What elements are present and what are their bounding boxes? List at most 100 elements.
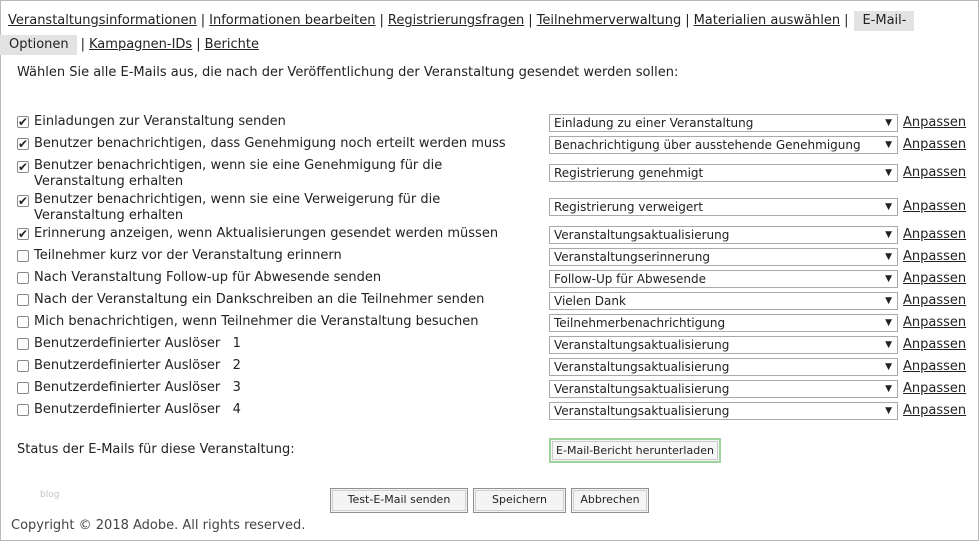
customize-link[interactable]: Anpassen: [903, 137, 966, 152]
email-option-checkbox[interactable]: [17, 404, 29, 416]
email-template-selected-value: Veranstaltungsaktualisierung: [554, 404, 730, 418]
email-template-selected-value: Veranstaltungserinnerung: [554, 250, 710, 264]
email-option-row: Mich benachrichtigen, wenn Teilnehmer di…: [0, 314, 979, 332]
email-option-checkbox[interactable]: [17, 113, 29, 131]
email-option-row: Benutzer benachrichtigen, wenn sie eine …: [0, 158, 979, 190]
email-option-row: Nach Veranstaltung Follow-up für Abwesen…: [0, 270, 979, 288]
email-template-selected-value: Follow-Up für Abwesende: [554, 272, 707, 286]
email-option-checkbox[interactable]: [17, 338, 29, 350]
email-option-row: Teilnehmer kurz vor der Veranstaltung er…: [0, 248, 979, 266]
email-option-row: Erinnerung anzeigen, wenn Aktualisierung…: [0, 225, 979, 244]
tab-email-options-active-part1[interactable]: E-Mail-: [854, 11, 915, 31]
email-template-selected-value: Veranstaltungsaktualisierung: [554, 228, 730, 242]
customize-link[interactable]: Anpassen: [903, 115, 966, 130]
download-email-report-label: E-Mail-Bericht herunterladen: [556, 444, 714, 457]
email-option-row: Einladungen zur Veranstaltung senden Einl…: [0, 113, 979, 132]
email-option-label: Benutzer benachrichtigen, dass Genehmigu…: [34, 136, 506, 151]
email-option-checkbox[interactable]: [17, 135, 29, 153]
email-option-row: Benutzerdefinierter Auslöser 4 Veranstalt…: [0, 402, 979, 420]
customize-link[interactable]: Anpassen: [903, 315, 966, 330]
email-template-selected-value: Veranstaltungsaktualisierung: [554, 360, 730, 374]
email-option-checkbox[interactable]: [17, 192, 29, 210]
customize-link[interactable]: Anpassen: [903, 199, 966, 214]
email-option-label: Benutzerdefinierter Auslöser 4: [34, 402, 241, 417]
email-option-row: Benutzer benachrichtigen, dass Genehmigu…: [0, 135, 979, 154]
email-option-label: Mich benachrichtigen, wenn Teilnehmer di…: [34, 314, 479, 329]
email-option-label: Benutzer benachrichtigen, wenn sie eine …: [34, 158, 443, 189]
customize-link[interactable]: Anpassen: [903, 165, 966, 180]
customize-link[interactable]: Anpassen: [903, 381, 966, 396]
email-template-select[interactable]: Veranstaltungsaktualisierung ▼: [549, 336, 898, 354]
chevron-down-icon: ▼: [885, 406, 892, 416]
chevron-down-icon: ▼: [885, 118, 892, 128]
email-option-row: Benutzer benachrichtigen, wenn sie eine …: [0, 192, 979, 224]
email-template-selected-value: Vielen Dank: [554, 294, 626, 308]
email-option-checkbox[interactable]: [17, 272, 29, 284]
send-test-email-button[interactable]: Test-E-Mail senden: [330, 488, 468, 513]
tab-email-options-active-part2[interactable]: Optionen: [0, 35, 77, 55]
customize-link[interactable]: Anpassen: [903, 359, 966, 374]
email-template-select[interactable]: Veranstaltungsaktualisierung ▼: [549, 402, 898, 420]
nav-separator: |: [528, 13, 533, 28]
tab-event-information[interactable]: Veranstaltungsinformationen: [8, 13, 197, 28]
email-template-select[interactable]: Registrierung verweigert ▼: [549, 198, 898, 216]
email-option-label: Teilnehmer kurz vor der Veranstaltung er…: [34, 248, 342, 263]
download-email-report-button[interactable]: E-Mail-Bericht herunterladen: [549, 438, 721, 463]
customize-link[interactable]: Anpassen: [903, 227, 966, 242]
email-template-selected-value: Einladung zu einer Veranstaltung: [554, 116, 754, 130]
email-template-select[interactable]: Registrierung genehmigt ▼: [549, 164, 898, 182]
customize-link[interactable]: Anpassen: [903, 293, 966, 308]
email-template-select[interactable]: Follow-Up für Abwesende ▼: [549, 270, 898, 288]
email-template-select[interactable]: Vielen Dank ▼: [549, 292, 898, 310]
nav-line-2: Optionen | Kampagnen-IDs | Berichte: [0, 33, 259, 57]
email-option-checkbox[interactable]: [17, 382, 29, 394]
email-template-select[interactable]: Veranstaltungsaktualisierung ▼: [549, 380, 898, 398]
nav-separator: |: [844, 13, 849, 28]
customize-link[interactable]: Anpassen: [903, 271, 966, 286]
email-option-label: Einladungen zur Veranstaltung senden: [34, 114, 286, 129]
chevron-down-icon: ▼: [885, 340, 892, 350]
cancel-button[interactable]: Abbrechen: [571, 488, 649, 513]
email-template-select[interactable]: Benachrichtigung über ausstehende Genehm…: [549, 136, 898, 154]
email-option-checkbox[interactable]: [17, 316, 29, 328]
email-option-label: Benutzerdefinierter Auslöser 1: [34, 336, 241, 351]
tab-select-materials[interactable]: Materialien auswählen: [694, 13, 840, 28]
blog-watermark: blog: [40, 490, 60, 500]
nav-separator: |: [200, 13, 206, 28]
nav-line-1: Veranstaltungsinformationen | Informatione…: [8, 9, 915, 33]
tab-edit-information[interactable]: Informationen bearbeiten: [209, 13, 375, 28]
chevron-down-icon: ▼: [885, 168, 892, 178]
email-template-select[interactable]: Veranstaltungsaktualisierung ▼: [549, 358, 898, 376]
email-template-select[interactable]: Teilnehmerbenachrichtigung ▼: [549, 314, 898, 332]
email-template-select[interactable]: Veranstaltungsaktualisierung ▼: [549, 226, 898, 244]
email-option-checkbox[interactable]: [17, 294, 29, 306]
tab-participant-management[interactable]: Teilnehmerverwaltung: [537, 13, 682, 28]
email-template-selected-value: Registrierung verweigert: [554, 200, 703, 214]
chevron-down-icon: ▼: [885, 296, 892, 306]
email-option-label: Nach Veranstaltung Follow-up für Abwesen…: [34, 270, 382, 285]
email-option-checkbox[interactable]: [17, 158, 29, 176]
email-option-checkbox[interactable]: [17, 225, 29, 243]
customize-link[interactable]: Anpassen: [903, 337, 966, 352]
email-option-label: Benutzerdefinierter Auslöser 2: [34, 358, 241, 373]
customize-link[interactable]: Anpassen: [903, 249, 966, 264]
save-label: Speichern: [492, 493, 547, 506]
nav-separator: |: [196, 37, 201, 52]
nav-separator: |: [685, 13, 690, 28]
chevron-down-icon: ▼: [885, 252, 892, 262]
email-option-label: Nach der Veranstaltung ein Dankschreiben…: [34, 292, 485, 307]
email-option-row: Benutzerdefinierter Auslöser 1 Veranstalt…: [0, 336, 979, 354]
tab-registration-questions[interactable]: Registrierungsfragen: [388, 13, 524, 28]
email-template-select[interactable]: Veranstaltungserinnerung ▼: [549, 248, 898, 266]
tab-reports[interactable]: Berichte: [205, 37, 259, 52]
cancel-label: Abbrechen: [580, 493, 640, 506]
copyright-footer: Copyright © 2018 Adobe. All rights reser…: [11, 518, 306, 533]
email-option-checkbox[interactable]: [17, 250, 29, 262]
save-button[interactable]: Speichern: [473, 488, 566, 513]
email-template-select[interactable]: Einladung zu einer Veranstaltung ▼: [549, 114, 898, 132]
email-option-checkbox[interactable]: [17, 360, 29, 372]
tab-campaign-ids[interactable]: Kampagnen-IDs: [89, 37, 192, 52]
chevron-down-icon: ▼: [885, 362, 892, 372]
customize-link[interactable]: Anpassen: [903, 403, 966, 418]
email-option-row: Benutzerdefinierter Auslöser 3 Veranstalt…: [0, 380, 979, 398]
